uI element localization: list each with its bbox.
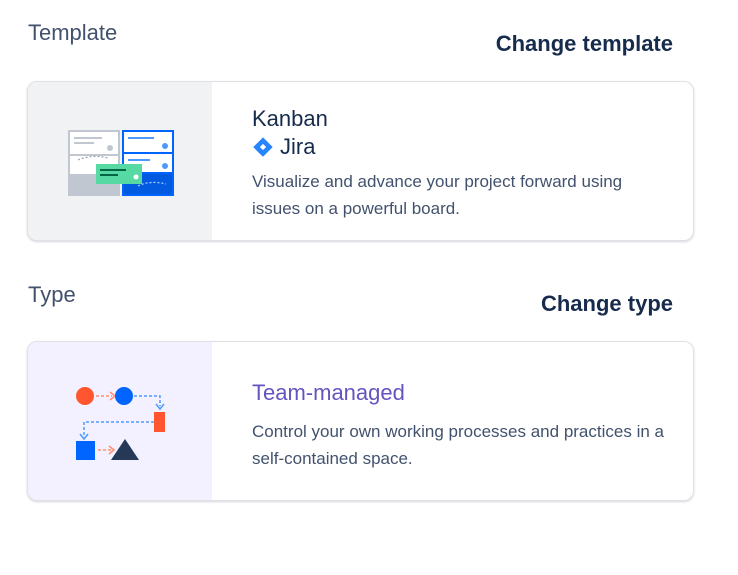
template-section-label: Template bbox=[28, 20, 118, 45]
template-card-body: Kanban Jira Visualize and advance your p… bbox=[252, 106, 673, 222]
type-card[interactable]: Team-managed Control your own working pr… bbox=[27, 341, 694, 501]
change-template-button[interactable]: Change template bbox=[496, 31, 673, 57]
type-card-body: Team-managed Control your own working pr… bbox=[252, 380, 673, 472]
product-name: Jira bbox=[280, 134, 316, 159]
change-type-button[interactable]: Change type bbox=[541, 291, 673, 317]
jira-logo-icon bbox=[253, 137, 273, 157]
kanban-board-illustration bbox=[68, 130, 174, 196]
type-title: Team-managed bbox=[252, 380, 405, 405]
template-card[interactable]: Kanban Jira Visualize and advance your p… bbox=[27, 81, 694, 241]
product-row: Jira bbox=[252, 134, 673, 160]
type-thumbnail bbox=[28, 342, 212, 500]
type-description: Control your own working processes and p… bbox=[252, 422, 664, 468]
team-managed-workflow-illustration bbox=[76, 387, 165, 460]
template-title: Kanban bbox=[252, 106, 328, 131]
project-template-summary: Template Change template Kanban Jira Vis… bbox=[0, 0, 738, 575]
template-description: Visualize and advance your project forwa… bbox=[252, 172, 623, 218]
type-section-label: Type bbox=[28, 282, 76, 307]
template-thumbnail bbox=[28, 82, 212, 240]
